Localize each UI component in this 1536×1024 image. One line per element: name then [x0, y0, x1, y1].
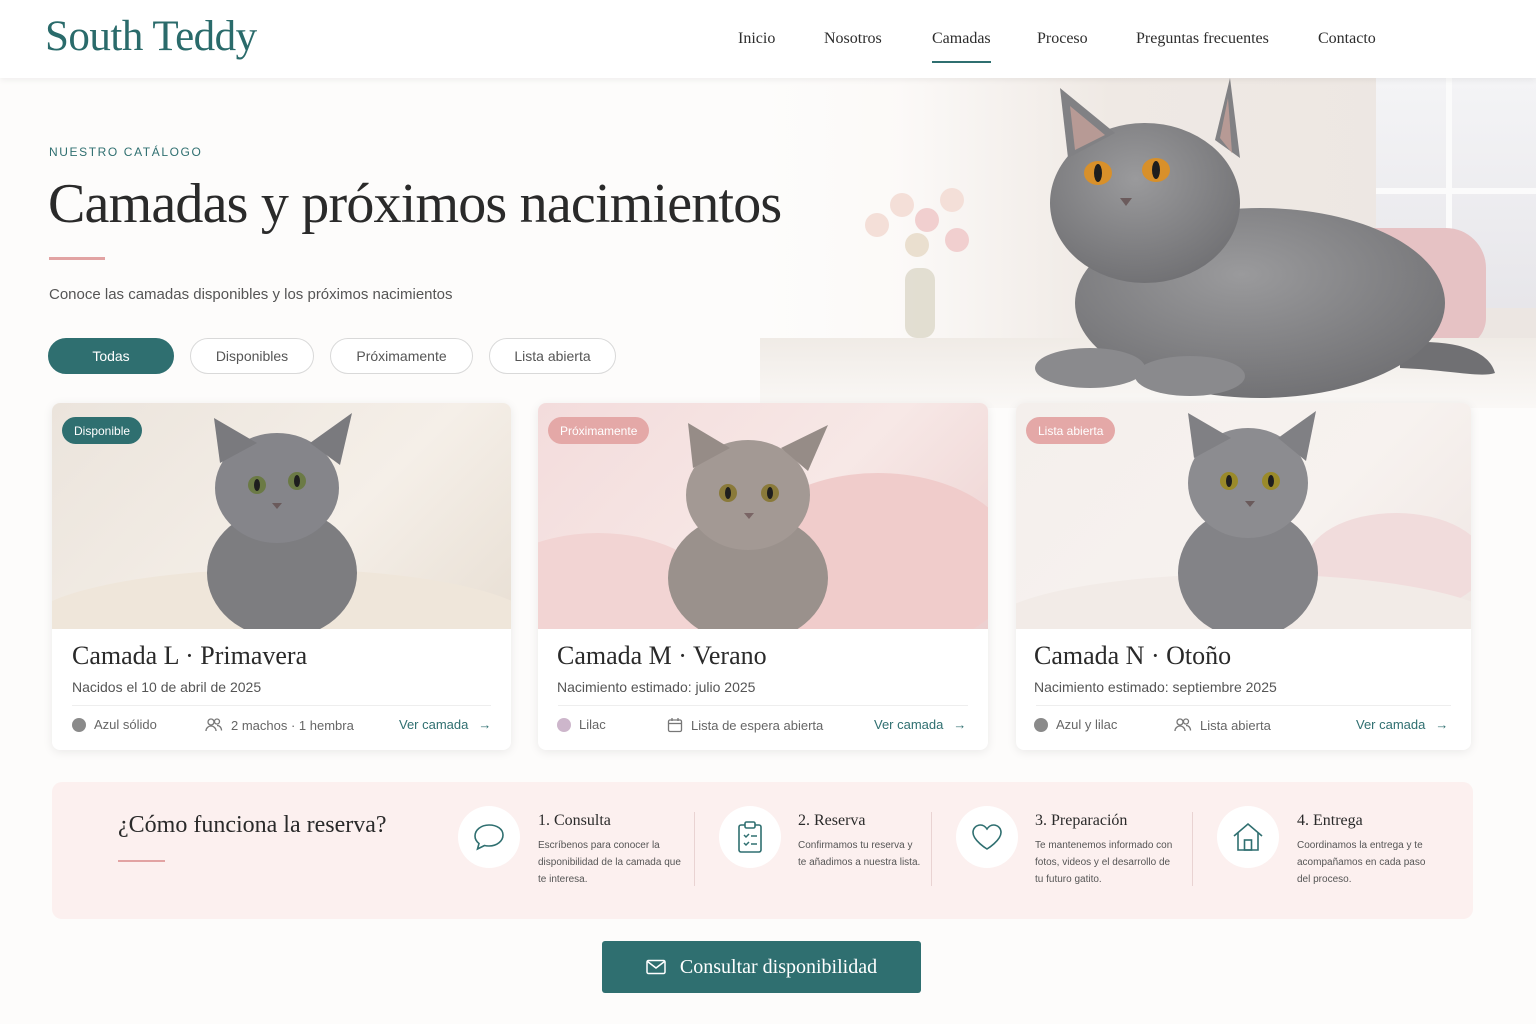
- site-header: South Teddy Inicio Nosotros Camadas Proc…: [0, 0, 1536, 78]
- nav-item-camadas[interactable]: Camadas: [932, 30, 991, 63]
- filter-todas[interactable]: Todas: [48, 338, 174, 374]
- filter-proximamente[interactable]: Próximamente: [330, 338, 473, 374]
- litter-info: Lista de espera abierta: [667, 717, 823, 733]
- color-dot: [72, 717, 86, 732]
- color-label: Lilac: [579, 717, 606, 732]
- view-litter-link[interactable]: Ver camada →: [1356, 717, 1448, 732]
- chat-bubble-icon: [474, 824, 504, 851]
- arrow-right-icon: →: [953, 717, 967, 732]
- step-3-title: 3. Preparación: [1035, 812, 1128, 829]
- filter-lista-abierta[interactable]: Lista abierta: [489, 338, 616, 374]
- step-4-title: 4. Entrega: [1297, 812, 1363, 829]
- litter-card-l[interactable]: Disponible Camada L · Primavera Nacidos …: [52, 403, 511, 750]
- page-subtitle: Conoce las camadas disponibles y los pró…: [49, 286, 453, 303]
- card-divider: [558, 705, 968, 706]
- title-divider: [49, 257, 105, 260]
- view-litter-label: Ver camada: [874, 717, 944, 732]
- arrow-right-icon: →: [478, 717, 492, 732]
- mail-icon: [646, 959, 666, 975]
- color-info: Azul y lilac: [1034, 717, 1117, 732]
- step-2-icon-wrap: [719, 806, 781, 868]
- check-availability-button[interactable]: Consultar disponibilidad: [602, 941, 921, 993]
- step-4-icon-wrap: [1217, 806, 1279, 868]
- step-divider: [694, 812, 695, 886]
- card-divider: [72, 705, 491, 706]
- litter-info-text: Lista de espera abierta: [691, 717, 824, 733]
- section-eyebrow: NUESTRO CATÁLOGO: [49, 145, 203, 159]
- view-litter-link[interactable]: Ver camada →: [399, 717, 491, 732]
- nav-item-contacto[interactable]: Contacto: [1318, 30, 1376, 48]
- process-divider: [118, 860, 165, 862]
- calendar-icon: [667, 718, 683, 733]
- step-3-icon-wrap: [956, 806, 1018, 868]
- page-title: Camadas y próximos nacimientos: [48, 173, 782, 235]
- card-subtitle: Nacidos el 10 de abril de 2025: [72, 679, 262, 695]
- view-litter-label: Ver camada: [1356, 717, 1426, 732]
- litter-info: Lista abierta: [1174, 717, 1271, 733]
- cat-illustration: [1035, 78, 1495, 398]
- nav-item-preguntas[interactable]: Preguntas frecuentes: [1136, 30, 1269, 48]
- step-1-icon-wrap: [458, 806, 520, 868]
- view-litter-link[interactable]: Ver camada →: [874, 717, 966, 732]
- status-badge: Próximamente: [548, 417, 650, 444]
- color-info: Azul sólido: [72, 717, 157, 732]
- litter-card-n[interactable]: Lista abierta Camada N · Otoño Nacimient…: [1016, 403, 1471, 750]
- check-availability-label: Consultar disponibilidad: [679, 955, 878, 978]
- litter-info: 2 machos · 1 hembra: [205, 717, 354, 733]
- step-divider: [931, 812, 932, 886]
- litter-info-text: Lista abierta: [1200, 717, 1271, 733]
- step-divider: [1192, 812, 1193, 886]
- color-dot: [1034, 717, 1048, 732]
- house-icon: [1233, 822, 1263, 851]
- step-2-text: Confirmamos tu reserva y te añadimos a n…: [798, 840, 921, 868]
- card-title: Camada N · Otoño: [1034, 641, 1232, 670]
- color-info: Lilac: [557, 717, 606, 732]
- step-4-text: Coordinamos la entrega y te acompañamos …: [1297, 840, 1426, 885]
- status-badge: Disponible: [62, 417, 143, 444]
- heart-icon: [972, 824, 1002, 850]
- status-badge: Lista abierta: [1026, 417, 1116, 444]
- users-icon: [1174, 718, 1192, 732]
- arrow-right-icon: →: [1435, 717, 1449, 732]
- filter-disponibles[interactable]: Disponibles: [190, 338, 314, 374]
- brand-logo[interactable]: South Teddy: [45, 12, 257, 61]
- step-3-text: Te mantenemos informado con fotos, video…: [1035, 840, 1173, 885]
- card-title: Camada M · Verano: [557, 641, 767, 670]
- card-title: Camada L · Primavera: [72, 641, 308, 670]
- step-1-title: 1. Consulta: [538, 812, 611, 829]
- users-icon: [205, 718, 223, 732]
- nav-item-inicio[interactable]: Inicio: [738, 30, 775, 48]
- color-dot: [557, 717, 571, 732]
- process-title: ¿Cómo funciona la reserva?: [118, 812, 387, 838]
- hero-cat-image: [760, 78, 1536, 408]
- view-litter-label: Ver camada: [399, 717, 469, 732]
- color-label: Azul y lilac: [1056, 717, 1118, 732]
- clipboard-icon: [738, 821, 762, 853]
- reservation-process: ¿Cómo funciona la reserva? 1. Consulta E…: [52, 782, 1473, 919]
- card-subtitle: Nacimiento estimado: septiembre 2025: [1034, 679, 1277, 695]
- nav-item-proceso[interactable]: Proceso: [1037, 30, 1088, 48]
- nav-item-nosotros[interactable]: Nosotros: [824, 30, 882, 48]
- litter-info-text: 2 machos · 1 hembra: [231, 717, 354, 733]
- step-1-text: Escríbenos para conocer la disponibilida…: [538, 840, 681, 885]
- card-divider: [1036, 705, 1451, 706]
- color-label: Azul sólido: [94, 717, 157, 732]
- step-2-title: 2. Reserva: [798, 812, 866, 829]
- litter-card-m[interactable]: Próximamente Camada M · Verano Nacimient…: [538, 403, 988, 750]
- card-subtitle: Nacimiento estimado: julio 2025: [557, 679, 756, 695]
